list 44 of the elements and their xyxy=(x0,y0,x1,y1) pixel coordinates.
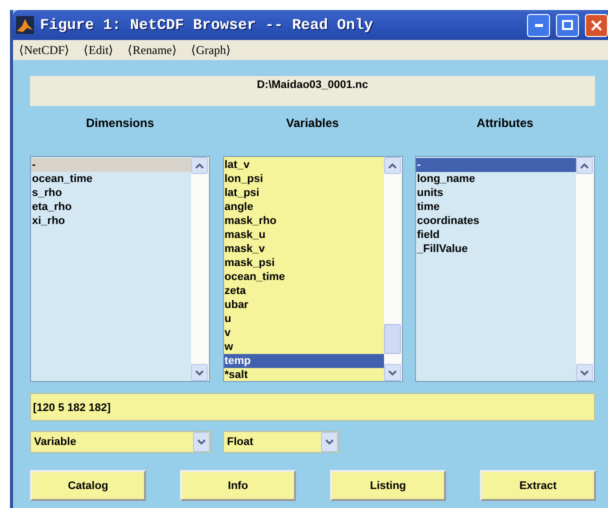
menu-item[interactable]: ⟨Edit⟩ xyxy=(84,42,114,58)
action-button[interactable]: Info xyxy=(180,470,296,501)
list-item[interactable]: mask_rho xyxy=(224,214,384,228)
list-item[interactable]: _FillValue xyxy=(416,242,576,256)
list-item[interactable]: *salt xyxy=(224,368,384,381)
list-item[interactable]: long_name xyxy=(416,172,576,186)
list-item[interactable]: u xyxy=(224,312,384,326)
dropdown[interactable]: Variable xyxy=(30,431,211,453)
column-heading: Dimensions xyxy=(86,116,154,130)
list-item[interactable]: - xyxy=(416,158,576,172)
window-title: Figure 1: NetCDF Browser -- Read Only xyxy=(40,16,374,34)
menu-item[interactable]: ⟨NetCDF⟩ xyxy=(19,42,70,58)
column-heading: Variables xyxy=(286,116,339,130)
list-item[interactable]: w xyxy=(224,340,384,354)
menu-item[interactable]: ⟨Rename⟩ xyxy=(128,42,177,58)
list-item[interactable]: mask_u xyxy=(224,228,384,242)
list-item[interactable]: temp xyxy=(224,354,384,368)
list-item[interactable]: zeta xyxy=(224,284,384,298)
list-item[interactable]: lat_v xyxy=(224,158,384,172)
action-button[interactable]: Catalog xyxy=(30,470,146,501)
list-item[interactable]: field xyxy=(416,228,576,242)
list-item[interactable]: ocean_time xyxy=(31,172,191,186)
action-button[interactable]: Extract xyxy=(480,470,596,501)
column-heading: Attributes xyxy=(476,116,534,130)
list-item[interactable]: s_rho xyxy=(31,186,191,200)
list-item[interactable]: eta_rho xyxy=(31,200,191,214)
list-item[interactable]: ocean_time xyxy=(224,270,384,284)
list-item[interactable]: mask_psi xyxy=(224,256,384,270)
list-item[interactable]: v xyxy=(224,326,384,340)
list-item[interactable]: coordinates xyxy=(416,214,576,228)
list-item[interactable]: mask_v xyxy=(224,242,384,256)
file-path: D:\Maidao03_0001.nc xyxy=(30,76,595,106)
list-item[interactable]: angle xyxy=(224,200,384,214)
list-item[interactable]: lat_psi xyxy=(224,186,384,200)
list-item[interactable]: time xyxy=(416,200,576,214)
dropdown[interactable]: Float xyxy=(223,431,339,453)
menu-item[interactable]: ⟨Graph⟩ xyxy=(191,42,231,58)
list-item[interactable]: ubar xyxy=(224,298,384,312)
list-item[interactable]: xi_rho xyxy=(31,214,191,228)
list-item[interactable]: - xyxy=(31,158,191,172)
list-item[interactable]: lon_psi xyxy=(224,172,384,186)
shape-field[interactable]: [120 5 182 182] xyxy=(30,393,595,421)
action-button[interactable]: Listing xyxy=(330,470,446,501)
list-item[interactable]: units xyxy=(416,186,576,200)
